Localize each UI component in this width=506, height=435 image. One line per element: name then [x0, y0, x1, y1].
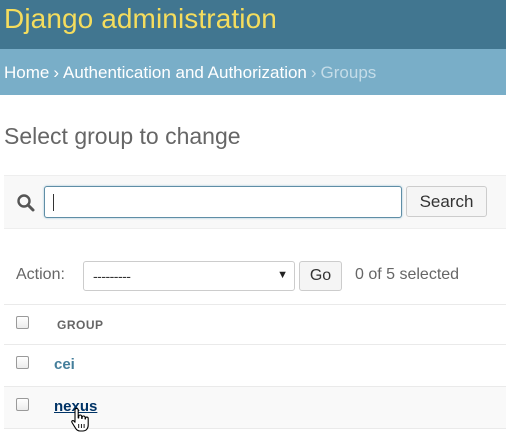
breadcrumb: Home › Authentication and Authorization › Gr…	[0, 49, 506, 95]
selection-counter: 0 of 5 selected	[355, 266, 460, 283]
actions-bar: Action: --------- ▼ Go 0 of 5 selected	[4, 253, 506, 298]
breadcrumb-current: Groups	[320, 63, 377, 82]
select-all-checkbox[interactable]	[16, 316, 29, 329]
row-checkbox[interactable]	[16, 356, 29, 369]
chevron-down-icon: ▼	[277, 269, 288, 281]
action-select-value: ---------	[93, 268, 131, 284]
breadcrumb-separator: ›	[310, 63, 317, 82]
site-header: Django administration	[0, 0, 506, 49]
table-header-row: GROUP	[4, 304, 506, 345]
breadcrumb-separator: ›	[53, 63, 60, 82]
search-button[interactable]: Search	[406, 186, 487, 217]
text-caret	[53, 194, 54, 211]
hand-pointer-icon	[71, 408, 89, 432]
search-icon	[17, 194, 35, 212]
page-title: Select group to change	[4, 123, 241, 149]
row-checkbox[interactable]	[16, 398, 29, 411]
action-select[interactable]: --------- ▼	[83, 261, 295, 291]
site-brand[interactable]: Django administration	[4, 2, 277, 36]
column-header-group[interactable]: GROUP	[57, 318, 104, 332]
table-row: cei	[4, 345, 506, 387]
search-toolbar: Search	[4, 175, 506, 229]
breadcrumb-trail: Home › Authentication and Authorization › Gr…	[4, 63, 376, 83]
group-link[interactable]: cei	[54, 356, 75, 373]
action-label: Action:	[16, 266, 65, 283]
breadcrumb-home-link[interactable]: Home	[4, 63, 49, 82]
go-button[interactable]: Go	[299, 261, 342, 291]
breadcrumb-auth-link[interactable]: Authentication and Authorization	[63, 63, 307, 82]
search-input[interactable]	[44, 186, 402, 218]
